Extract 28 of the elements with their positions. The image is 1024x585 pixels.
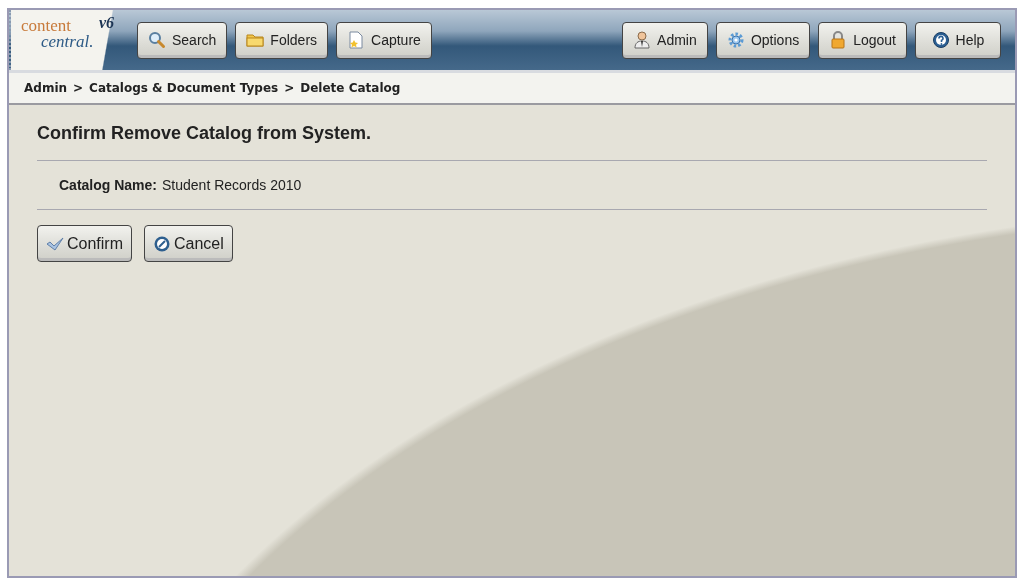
nav-button[interactable]: Search: [137, 21, 228, 59]
field-label: Catalog Name:: [59, 177, 158, 193]
nav-button[interactable]: Options: [715, 21, 811, 59]
confirm-button[interactable]: Confirm: [37, 225, 132, 262]
breadcrumb-separator: >: [73, 81, 84, 95]
prohibited-icon: [153, 234, 171, 253]
nav-button[interactable]: Help: [915, 21, 1001, 59]
document-star-icon: [347, 31, 366, 49]
nav-button[interactable]: Capture: [336, 21, 432, 59]
nav-button[interactable]: Folders: [235, 21, 329, 59]
breadcrumb-item[interactable]: Delete Catalog: [300, 81, 401, 95]
magnifier-icon: [148, 31, 166, 49]
person-icon: [633, 31, 652, 49]
version-label: v6: [99, 14, 115, 32]
cancel-button[interactable]: Cancel: [144, 225, 233, 262]
field-value: Student Records 2010: [162, 177, 302, 193]
help-icon: [931, 31, 950, 49]
breadcrumb-separator: >: [284, 81, 295, 95]
nav-button[interactable]: Admin: [621, 21, 708, 59]
folder-icon: [246, 31, 265, 49]
page-heading: Confirm Remove Catalog from System.: [37, 123, 373, 144]
padlock-icon: [829, 31, 848, 49]
nav-button[interactable]: Logout: [818, 21, 907, 59]
breadcrumb-item[interactable]: Catalogs & Document Types: [89, 81, 279, 95]
gear-icon: [726, 31, 745, 49]
logo-text: central.: [41, 32, 94, 52]
logo-text: content: [21, 16, 72, 35]
breadcrumb-item[interactable]: Admin: [24, 81, 68, 95]
